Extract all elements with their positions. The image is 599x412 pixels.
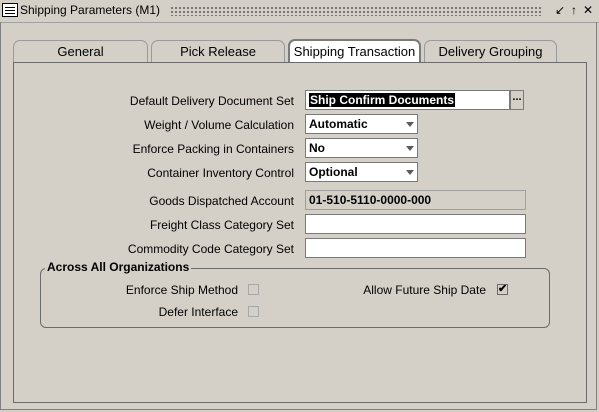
default-delivery-document-set-label: Default Delivery Document Set <box>129 94 294 108</box>
weight-volume-calculation-value: Automatic <box>309 117 368 131</box>
tab-pick-release[interactable]: Pick Release <box>151 40 285 62</box>
commodity-code-category-set-label: Commodity Code Category Set <box>127 242 294 256</box>
commodity-code-category-set-field[interactable] <box>305 238 526 258</box>
maximize-icon[interactable]: ↑ <box>567 3 581 17</box>
tab-delivery-grouping[interactable]: Delivery Grouping <box>424 40 557 62</box>
lov-button[interactable]: ... <box>510 90 524 110</box>
close-icon[interactable]: ✕ <box>581 3 595 17</box>
tab-shipping-transaction[interactable]: Shipping Transaction <box>288 39 421 63</box>
allow-future-ship-date-checkbox[interactable]: ✔ <box>497 284 508 295</box>
default-delivery-document-set-field[interactable]: Ship Confirm Documents <box>305 90 510 110</box>
chevron-down-icon <box>406 170 414 175</box>
window-title: Shipping Parameters (M1) <box>20 3 161 17</box>
enforce-ship-method-checkbox[interactable] <box>248 284 259 295</box>
tab-general[interactable]: General <box>13 40 148 62</box>
window-titlebar[interactable]: Shipping Parameters (M1) ↙ ↑ ✕ <box>0 0 599 23</box>
across-all-organizations-group <box>40 268 550 328</box>
enforce-packing-label: Enforce Packing in Containers <box>132 142 294 156</box>
container-inventory-control-select[interactable]: Optional <box>305 162 418 182</box>
freight-class-category-set-label: Freight Class Category Set <box>149 218 294 232</box>
minimize-icon[interactable]: ↙ <box>553 3 567 17</box>
titlebar-grip <box>170 6 541 16</box>
across-all-organizations-title: Across All Organizations <box>45 260 192 274</box>
container-inventory-control-value: Optional <box>309 165 358 179</box>
weight-volume-calculation-label: Weight / Volume Calculation <box>144 118 294 132</box>
weight-volume-calculation-select[interactable]: Automatic <box>305 114 418 134</box>
goods-dispatched-account-field[interactable]: 01-510-5110-0000-000 <box>305 190 526 210</box>
enforce-packing-value: No <box>309 141 325 155</box>
enforce-ship-method-label: Enforce Ship Method <box>125 283 238 297</box>
defer-interface-checkbox[interactable] <box>248 306 259 317</box>
allow-future-ship-date-label: Allow Future Ship Date <box>363 283 486 297</box>
freight-class-category-set-field[interactable] <box>305 214 526 234</box>
oracle-forms-icon <box>2 3 18 17</box>
goods-dispatched-account-label: Goods Dispatched Account <box>149 194 294 208</box>
container-inventory-control-label: Container Inventory Control <box>147 166 294 180</box>
chevron-down-icon <box>406 146 414 151</box>
enforce-packing-select[interactable]: No <box>305 138 418 158</box>
defer-interface-label: Defer Interface <box>158 305 238 319</box>
chevron-down-icon <box>406 122 414 127</box>
